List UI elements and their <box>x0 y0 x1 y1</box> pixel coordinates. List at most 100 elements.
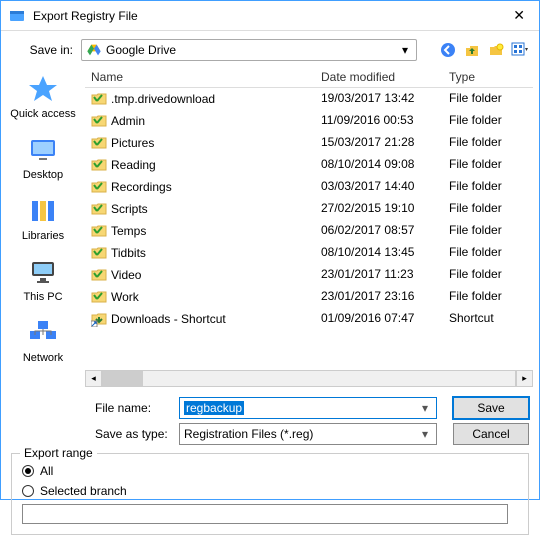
radio-selected-branch[interactable]: Selected branch <box>22 484 518 498</box>
file-type: File folder <box>443 88 513 110</box>
file-name: Video <box>111 268 141 282</box>
file-date: 01/09/2016 07:47 <box>315 308 443 330</box>
save-button[interactable]: Save <box>453 397 529 419</box>
col-type[interactable]: Type <box>443 67 513 87</box>
folder-icon <box>91 223 107 239</box>
file-date: 03/03/2017 14:40 <box>315 176 443 198</box>
scroll-right-icon[interactable]: ▸ <box>516 370 533 387</box>
places-bar: Quick access Desktop Libraries This PC N… <box>1 67 85 387</box>
file-type: File folder <box>443 154 513 176</box>
col-name[interactable]: Name <box>85 67 315 87</box>
location-dropdown[interactable]: Google Drive ▾ <box>81 39 417 61</box>
up-icon[interactable] <box>463 41 481 59</box>
chevron-down-icon: ▾ <box>398 43 412 57</box>
file-date: 19/03/2017 13:42 <box>315 88 443 110</box>
network-icon <box>27 317 59 349</box>
file-type: Shortcut <box>443 308 513 330</box>
file-type: File folder <box>443 264 513 286</box>
new-folder-icon[interactable] <box>487 41 505 59</box>
chevron-down-icon[interactable]: ▾ <box>418 401 432 415</box>
file-type: File folder <box>443 242 513 264</box>
folder-icon <box>91 91 107 107</box>
branch-input[interactable] <box>22 504 508 524</box>
app-icon <box>9 8 25 24</box>
place-network[interactable]: Network <box>23 317 63 364</box>
file-name: Reading <box>111 158 156 172</box>
file-date: 27/02/2015 19:10 <box>315 198 443 220</box>
list-item[interactable]: Pictures 15/03/2017 21:28File folder <box>85 132 533 154</box>
list-item[interactable]: Downloads - Shortcut 01/09/2016 07:47Shor… <box>85 308 533 330</box>
list-item[interactable]: Recordings03/03/2017 14:40File folder <box>85 176 533 198</box>
file-type: File folder <box>443 110 513 132</box>
horizontal-scrollbar[interactable]: ◂ ▸ <box>85 370 533 387</box>
file-name: Recordings <box>111 180 172 194</box>
list-item[interactable]: Reading 08/10/2014 09:08File folder <box>85 154 533 176</box>
file-name: Downloads - Shortcut <box>111 312 226 326</box>
saveas-label: Save as type: <box>95 427 171 441</box>
file-date: 23/01/2017 11:23 <box>315 264 443 286</box>
file-type: File folder <box>443 220 513 242</box>
chevron-down-icon[interactable]: ▾ <box>418 427 432 441</box>
folder-icon <box>91 113 107 129</box>
file-list: Name Date modified Type .tmp.drivedownlo… <box>85 67 539 387</box>
place-libraries[interactable]: Libraries <box>22 195 64 242</box>
view-menu-icon[interactable] <box>511 41 529 59</box>
radio-all[interactable]: All <box>22 464 518 478</box>
cancel-button[interactable]: Cancel <box>453 423 529 445</box>
radio-icon[interactable] <box>22 485 34 497</box>
this-pc-icon <box>27 256 59 288</box>
col-date[interactable]: Date modified <box>315 67 443 87</box>
file-date: 15/03/2017 21:28 <box>315 132 443 154</box>
saveas-dropdown[interactable]: Registration Files (*.reg) ▾ <box>179 423 437 445</box>
file-name: Admin <box>111 114 145 128</box>
file-name: Scripts <box>111 202 148 216</box>
folder-icon <box>91 289 107 305</box>
list-item[interactable]: Video 23/01/2017 11:23File folder <box>85 264 533 286</box>
list-item[interactable]: Tidbits 08/10/2014 13:45File folder <box>85 242 533 264</box>
file-type: File folder <box>443 286 513 308</box>
folder-icon <box>91 135 107 151</box>
list-item[interactable]: Temps 06/02/2017 08:57File folder <box>85 220 533 242</box>
list-item[interactable]: Work 23/01/2017 23:16File folder <box>85 286 533 308</box>
file-date: 08/10/2014 13:45 <box>315 242 443 264</box>
file-name: Pictures <box>111 136 154 150</box>
folder-icon <box>91 267 107 283</box>
file-name: Tidbits <box>111 246 146 260</box>
folder-icon <box>91 245 107 261</box>
close-icon[interactable]: ✕ <box>507 7 531 24</box>
save-in-row: Save in: Google Drive ▾ <box>1 31 539 67</box>
file-type: File folder <box>443 198 513 220</box>
list-item[interactable]: Scripts 27/02/2015 19:10File folder <box>85 198 533 220</box>
list-item[interactable]: Admin 11/09/2016 00:53File folder <box>85 110 533 132</box>
location-name: Google Drive <box>106 43 398 57</box>
file-name: .tmp.drivedownload <box>111 92 215 106</box>
file-type: File folder <box>443 132 513 154</box>
filename-input[interactable]: regbackup ▾ <box>179 397 437 419</box>
folder-icon <box>91 201 107 217</box>
filename-label: File name: <box>95 401 171 415</box>
place-desktop[interactable]: Desktop <box>23 134 63 181</box>
place-this-pc[interactable]: This PC <box>23 256 62 303</box>
radio-icon[interactable] <box>22 465 34 477</box>
file-date: 06/02/2017 08:57 <box>315 220 443 242</box>
export-range-group: Export range All Selected branch <box>11 453 529 535</box>
window-title: Export Registry File <box>33 9 507 23</box>
quick-access-icon <box>27 73 59 105</box>
place-quick-access[interactable]: Quick access <box>10 73 75 120</box>
back-icon[interactable] <box>439 41 457 59</box>
file-name: Temps <box>111 224 146 238</box>
list-item[interactable]: .tmp.drivedownload 19/03/2017 13:42File f… <box>85 88 533 110</box>
scroll-left-icon[interactable]: ◂ <box>85 370 102 387</box>
folder-icon <box>91 157 107 173</box>
scroll-thumb[interactable] <box>103 371 143 386</box>
file-date: 11/09/2016 00:53 <box>315 110 443 132</box>
title-bar: Export Registry File ✕ <box>1 1 539 31</box>
file-name: Work <box>111 290 139 304</box>
drive-icon <box>86 42 102 58</box>
column-headers[interactable]: Name Date modified Type <box>85 67 533 88</box>
scroll-track[interactable] <box>102 370 516 387</box>
file-date: 23/01/2017 23:16 <box>315 286 443 308</box>
file-date: 08/10/2014 09:08 <box>315 154 443 176</box>
export-range-legend: Export range <box>20 446 97 460</box>
save-in-label: Save in: <box>11 43 73 57</box>
